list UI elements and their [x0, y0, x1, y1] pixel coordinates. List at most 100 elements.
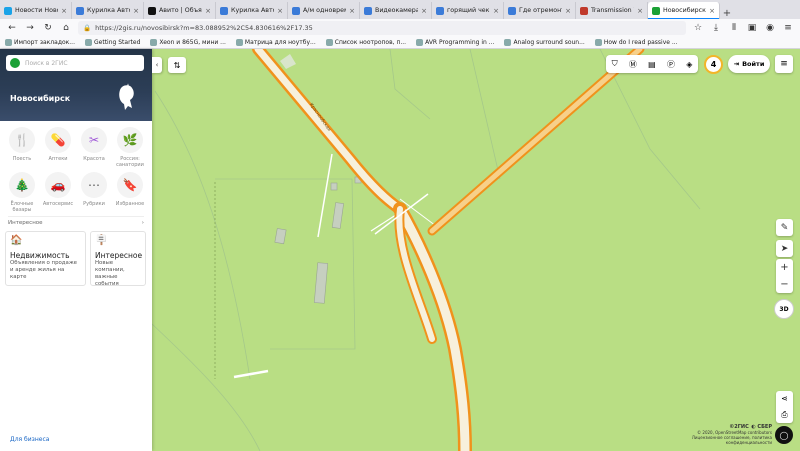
browser-tab[interactable]: А/м одновремен× — [288, 2, 360, 19]
browser-tab[interactable]: Авито | Объявле× — [144, 2, 216, 19]
bookmark-item[interactable]: Analog surround soun... — [504, 39, 585, 46]
my-location-button[interactable]: ➤ — [776, 240, 793, 257]
login-icon: ⇥ — [733, 60, 740, 68]
chat-button[interactable]: ◯ — [775, 426, 793, 444]
promo-card-subtitle: Объявления о продаже и аренде жилья на к… — [10, 260, 78, 280]
tab-close-icon[interactable]: × — [565, 7, 571, 15]
bus-icon[interactable]: ▤ — [648, 60, 656, 69]
category-item[interactable]: 🔖 Избранное — [113, 172, 147, 213]
bookmark-item[interactable]: Список ноотропов, п... — [325, 39, 406, 46]
browser-tab[interactable]: Видеокамера вн× — [360, 2, 432, 19]
forward-icon[interactable]: → — [24, 23, 36, 33]
promo-card-real-estate[interactable]: 🏠 Недвижимость Объявления о продаже и ар… — [5, 231, 86, 286]
category-icon: ⋯ — [81, 172, 107, 198]
browser-tab[interactable]: Transmission We× — [576, 2, 648, 19]
category-item[interactable]: 💊 Аптеки — [41, 127, 75, 168]
category-item[interactable]: 🎄 Ёлочные базары — [5, 172, 39, 213]
category-label: Автосервис — [42, 201, 74, 207]
bookmark-favicon-icon — [5, 39, 12, 46]
account-icon[interactable]: ◉ — [764, 23, 776, 33]
browser-tab[interactable]: Новосибирск —× — [648, 2, 720, 19]
bookmark-item[interactable]: AVR Programming in ... — [416, 39, 494, 46]
route-icon: ⇅ — [173, 60, 181, 70]
browser-tab[interactable]: горящий чек дв× — [432, 2, 504, 19]
promo-card-title: Недвижимость — [10, 251, 70, 260]
address-bar[interactable]: 🔒 https://2gis.ru/novosibirsk?m=83.08895… — [78, 21, 686, 35]
category-item[interactable]: ✂ Красота — [77, 127, 111, 168]
home-icon[interactable]: ⌂ — [60, 23, 72, 33]
tab-favicon-icon — [364, 6, 372, 15]
layers-icon[interactable]: ◈ — [686, 60, 692, 69]
bookmark-item[interactable]: Xeon и 865G, мини ... — [150, 39, 226, 46]
tab-close-icon[interactable]: × — [61, 7, 67, 15]
2gis-logo-icon — [10, 58, 20, 68]
category-label: Россия: санатории — [116, 156, 144, 168]
bookmark-item[interactable]: How do I read passive ... — [594, 39, 678, 46]
login-button[interactable]: ⇥ Войти — [728, 55, 770, 73]
city-name[interactable]: Новосибирск — [10, 94, 70, 103]
tab-favicon-icon — [76, 6, 84, 15]
bookmark-item[interactable]: Импорт закладок... — [5, 39, 75, 46]
3d-toggle-button[interactable]: 3D — [774, 299, 794, 319]
chat-bubble-icon: ◯ — [779, 430, 789, 440]
route-button[interactable]: ⇅ — [168, 57, 186, 73]
tab-close-icon[interactable]: × — [205, 7, 211, 15]
bookmark-item[interactable]: Getting Started — [85, 39, 140, 46]
bookmark-star-icon[interactable]: ☆ — [692, 23, 704, 33]
bookmark-favicon-icon — [150, 39, 158, 46]
category-item[interactable]: ⋯ Рубрики — [77, 172, 111, 213]
category-grid: 🍴 Поесть 💊 Аптеки ✂ Красота 🌿 Россия: санатории… — [0, 121, 152, 213]
category-label: Избранное — [115, 201, 145, 207]
tab-close-icon[interactable]: × — [277, 7, 283, 15]
tab-close-icon[interactable]: × — [421, 7, 427, 15]
metro-icon[interactable]: Ⓜ — [629, 59, 637, 70]
extension-icon[interactable]: ▣ — [746, 23, 758, 33]
zoom-in-button[interactable]: + — [780, 262, 788, 273]
collapse-sidebar-button[interactable]: ‹ — [152, 57, 162, 73]
chevron-left-icon: ‹ — [155, 61, 159, 69]
browser-tab[interactable]: Курилка АвтоФо× — [72, 2, 144, 19]
ruler-button[interactable]: ✎ — [776, 219, 793, 236]
browser-tab[interactable]: Где отремонтир× — [504, 2, 576, 19]
browser-tab[interactable]: Курилка АвтоФо× — [216, 2, 288, 19]
promo-card-interesting[interactable]: 🪧 Интересное Новые компании, важные собы… — [90, 231, 146, 287]
category-icon: ✂ — [81, 127, 107, 153]
print-icon[interactable]: ⎙ — [781, 410, 787, 420]
map-layers-toolbar: ⛉ Ⓜ ▤ Ⓟ ◈ — [606, 55, 698, 73]
category-label: Поесть — [12, 156, 32, 162]
traffic-icon[interactable]: ⛉ — [612, 59, 618, 69]
tab-close-icon[interactable]: × — [637, 7, 643, 15]
bookmark-item[interactable]: Матрица для ноутбу... — [235, 39, 316, 46]
browser-tab[interactable]: Новости Новосиб× — [0, 2, 72, 19]
category-item[interactable]: 🌿 Россия: санатории — [113, 127, 147, 168]
parking-icon[interactable]: Ⓟ — [667, 59, 675, 70]
search-input[interactable]: Поиск в 2ГИС — [6, 55, 144, 71]
share-icon[interactable]: ⋖ — [781, 394, 788, 403]
weather-badge[interactable]: 4 — [704, 55, 723, 74]
tab-close-icon[interactable]: × — [709, 7, 715, 15]
tab-favicon-icon — [436, 6, 444, 15]
location-arrow-icon: ➤ — [780, 243, 789, 254]
zoom-out-button[interactable]: − — [780, 279, 788, 290]
library-icon[interactable]: ⫴ — [728, 23, 740, 33]
bookmark-label: Xeon и 865G, мини ... — [159, 39, 226, 46]
interesting-header[interactable]: Интересное › — [8, 216, 144, 226]
license-link[interactable]: Лицензионное соглашение, политика конфид… — [660, 435, 772, 445]
chevron-right-icon: › — [141, 220, 144, 226]
bookmark-label: How do I read passive ... — [603, 39, 678, 46]
bookmark-label: Импорт закладок... — [14, 39, 75, 46]
back-icon[interactable]: ← — [6, 23, 18, 33]
category-item[interactable]: 🍴 Поесть — [5, 127, 39, 168]
category-item[interactable]: 🚗 Автосервис — [41, 172, 75, 213]
tab-close-icon[interactable]: × — [349, 7, 355, 15]
tab-close-icon[interactable]: × — [493, 7, 499, 15]
building-top — [280, 54, 296, 69]
download-icon[interactable]: ⤓ — [710, 23, 722, 33]
app-menu-icon[interactable]: ≡ — [782, 23, 794, 33]
new-tab-button[interactable]: + — [720, 8, 734, 19]
tab-close-icon[interactable]: × — [133, 7, 139, 15]
main-menu-button[interactable]: ≡ — [775, 55, 793, 73]
white-path — [317, 153, 333, 238]
reload-icon[interactable]: ↻ — [42, 23, 54, 33]
for-business-link[interactable]: Для бизнеса — [10, 436, 49, 443]
